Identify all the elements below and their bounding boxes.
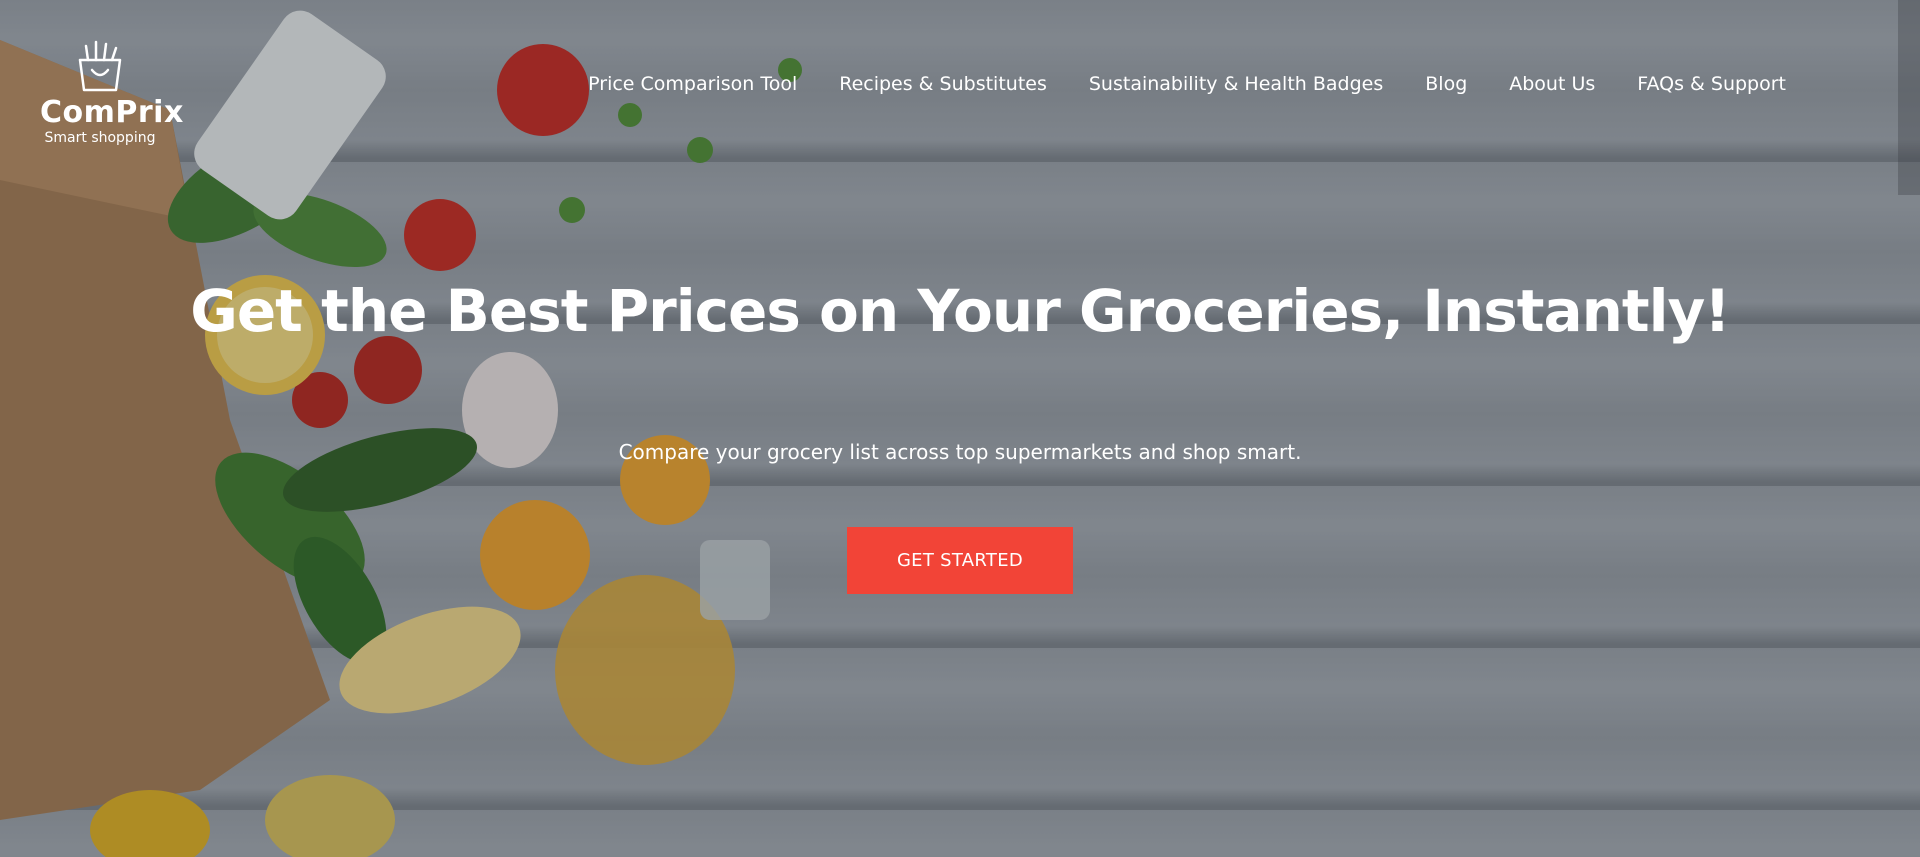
nav-item-about-us[interactable]: About Us — [1509, 73, 1595, 95]
nav-item-faqs-support[interactable]: FAQs & Support — [1637, 73, 1786, 95]
nav-item-sustainability-health-badges[interactable]: Sustainability & Health Badges — [1089, 73, 1383, 95]
nav-item-price-comparison-tool[interactable]: Price Comparison Tool — [588, 73, 797, 95]
get-started-button[interactable]: GET STARTED — [847, 527, 1073, 594]
hero-overlay — [0, 0, 1920, 857]
scrollbar[interactable] — [1898, 0, 1920, 195]
shopping-bag-icon — [78, 40, 122, 92]
hero-subheadline: Compare your grocery list across top sup… — [618, 440, 1302, 464]
main-nav: Price Comparison Tool Recipes & Substitu… — [588, 73, 1786, 95]
brand-name: ComPrix — [40, 95, 184, 130]
nav-item-blog[interactable]: Blog — [1425, 73, 1467, 95]
brand-tagline: Smart shopping — [44, 130, 156, 146]
brand-logo[interactable]: ComPrix Smart shopping — [40, 40, 184, 146]
nav-item-recipes-substitutes[interactable]: Recipes & Substitutes — [839, 73, 1047, 95]
hero-headline: Get the Best Prices on Your Groceries, I… — [190, 277, 1731, 345]
